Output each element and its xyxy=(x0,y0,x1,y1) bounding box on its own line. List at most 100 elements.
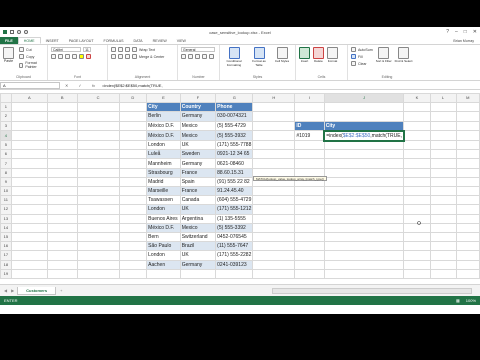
table-cell[interactable]: 0921-12 34 65 xyxy=(215,149,254,160)
clear-button[interactable]: Clear xyxy=(351,61,373,66)
cell-c2[interactable] xyxy=(76,111,120,122)
cell-c12[interactable] xyxy=(76,204,120,215)
table-cell[interactable]: UK xyxy=(179,250,217,261)
column-header-k[interactable]: K xyxy=(403,92,431,104)
tab-formulas[interactable]: FORMULAS xyxy=(99,37,129,44)
cell-j11[interactable] xyxy=(323,195,405,206)
cell-i10[interactable] xyxy=(294,185,325,197)
wrap-text-button[interactable]: Wrap Text xyxy=(132,47,155,52)
cell-m13[interactable] xyxy=(455,213,480,224)
cell-b16[interactable] xyxy=(46,241,78,252)
cell-c15[interactable] xyxy=(76,231,120,243)
conditional-formatting-button[interactable]: Conditional Formatting xyxy=(223,47,245,78)
table-cell[interactable]: 91.24.45.40 xyxy=(215,185,254,197)
cell-k19[interactable] xyxy=(403,268,431,279)
cell-m19[interactable] xyxy=(455,268,480,279)
cell-j1[interactable] xyxy=(323,102,405,113)
tab-home[interactable]: HOME xyxy=(17,37,41,44)
column-header-b[interactable]: B xyxy=(46,92,78,104)
cell-m1[interactable] xyxy=(455,102,480,113)
cell-c19[interactable] xyxy=(76,268,120,279)
table-cell[interactable]: (604) 555-4729 xyxy=(215,195,254,206)
cell-b14[interactable] xyxy=(46,222,78,233)
row-header[interactable]: 12 xyxy=(0,204,12,215)
cell-a1[interactable] xyxy=(10,102,48,113)
cell-j12[interactable] xyxy=(323,204,405,215)
cell-l13[interactable] xyxy=(429,213,457,224)
table-cell[interactable]: (5) 555-3932 xyxy=(215,130,254,142)
cell-c13[interactable] xyxy=(76,213,120,224)
table-cell[interactable]: Marseille xyxy=(146,185,181,197)
cell-k12[interactable] xyxy=(403,204,431,215)
table-cell[interactable]: Mannheim xyxy=(146,158,181,169)
cell-g1[interactable]: Phone xyxy=(215,102,254,113)
cell-h19[interactable] xyxy=(252,268,296,279)
tab-data[interactable]: DATA xyxy=(129,37,148,44)
cell-e1[interactable]: City xyxy=(146,102,181,113)
cell-i6[interactable] xyxy=(294,149,325,160)
cell-h18[interactable] xyxy=(252,259,296,270)
cell-a5[interactable] xyxy=(10,140,48,151)
cell-h11[interactable] xyxy=(252,195,296,206)
italic-icon[interactable] xyxy=(58,54,63,59)
cell-b5[interactable] xyxy=(46,140,78,151)
table-cell[interactable]: France xyxy=(179,185,217,197)
table-cell[interactable]: Berlin xyxy=(146,111,181,122)
row-header[interactable]: 17 xyxy=(0,250,12,261)
table-cell[interactable]: Spain xyxy=(179,176,217,188)
cell-l6[interactable] xyxy=(429,149,457,160)
row-header[interactable]: 14 xyxy=(0,222,12,233)
copy-button[interactable]: Copy xyxy=(19,54,44,59)
cell-l18[interactable] xyxy=(429,259,457,270)
cell-k16[interactable] xyxy=(403,241,431,252)
cell-b11[interactable] xyxy=(46,195,78,206)
cell-l19[interactable] xyxy=(429,268,457,279)
cell-i17[interactable] xyxy=(294,250,325,261)
cell-a10[interactable] xyxy=(10,185,48,197)
cell-l3[interactable] xyxy=(429,120,457,132)
table-cell[interactable]: France xyxy=(179,167,217,178)
sort-filter-button[interactable]: Sort & Filter xyxy=(376,47,392,78)
cell-d8[interactable] xyxy=(118,167,148,178)
cell-b6[interactable] xyxy=(46,149,78,160)
cell-k1[interactable] xyxy=(403,102,431,113)
cell-m4[interactable] xyxy=(455,130,480,142)
cell-c14[interactable] xyxy=(76,222,120,233)
cell-a18[interactable] xyxy=(10,259,48,270)
table-cell[interactable]: (5) 555-3392 xyxy=(215,222,254,233)
cell-a2[interactable] xyxy=(10,111,48,122)
table-cell[interactable]: Strasbourg xyxy=(146,167,181,178)
cell-m16[interactable] xyxy=(455,241,480,252)
cell-a16[interactable] xyxy=(10,241,48,252)
cell-l2[interactable] xyxy=(429,111,457,122)
cell-d9[interactable] xyxy=(118,176,148,188)
cell-h3[interactable] xyxy=(252,120,296,132)
user-name[interactable]: Brian Murray xyxy=(453,37,480,44)
table-cell[interactable]: Canada xyxy=(179,195,217,206)
cell-c18[interactable] xyxy=(76,259,120,270)
zoom-level[interactable]: 100% xyxy=(466,298,476,303)
align-center-icon[interactable] xyxy=(118,54,123,59)
font-color-icon[interactable] xyxy=(86,54,91,59)
format-cells-button[interactable]: Format xyxy=(327,47,338,78)
formula-input[interactable]: =index($E$2:$E$50,match(TRUE, xyxy=(100,82,480,89)
cell-b2[interactable] xyxy=(46,111,78,122)
bold-icon[interactable] xyxy=(51,54,56,59)
table-cell[interactable]: Mexico xyxy=(179,130,217,142)
cell-d18[interactable] xyxy=(118,259,148,270)
cell-b13[interactable] xyxy=(46,213,78,224)
cell-m9[interactable] xyxy=(455,176,480,188)
cell-l7[interactable] xyxy=(429,158,457,169)
cell-l17[interactable] xyxy=(429,250,457,261)
cell-l16[interactable] xyxy=(429,241,457,252)
cell-i4[interactable]: #1019 xyxy=(294,130,325,142)
row-header[interactable]: 2 xyxy=(0,111,12,122)
cell-k3[interactable] xyxy=(403,120,431,132)
cell-c10[interactable] xyxy=(76,185,120,197)
column-header-a[interactable]: A xyxy=(10,92,48,104)
font-size-select[interactable]: 11 xyxy=(83,47,91,52)
row-header[interactable]: 9 xyxy=(0,176,12,188)
cell-a8[interactable] xyxy=(10,167,48,178)
cell-c5[interactable] xyxy=(76,140,120,151)
autosum-button[interactable]: AutoSum xyxy=(351,47,373,52)
